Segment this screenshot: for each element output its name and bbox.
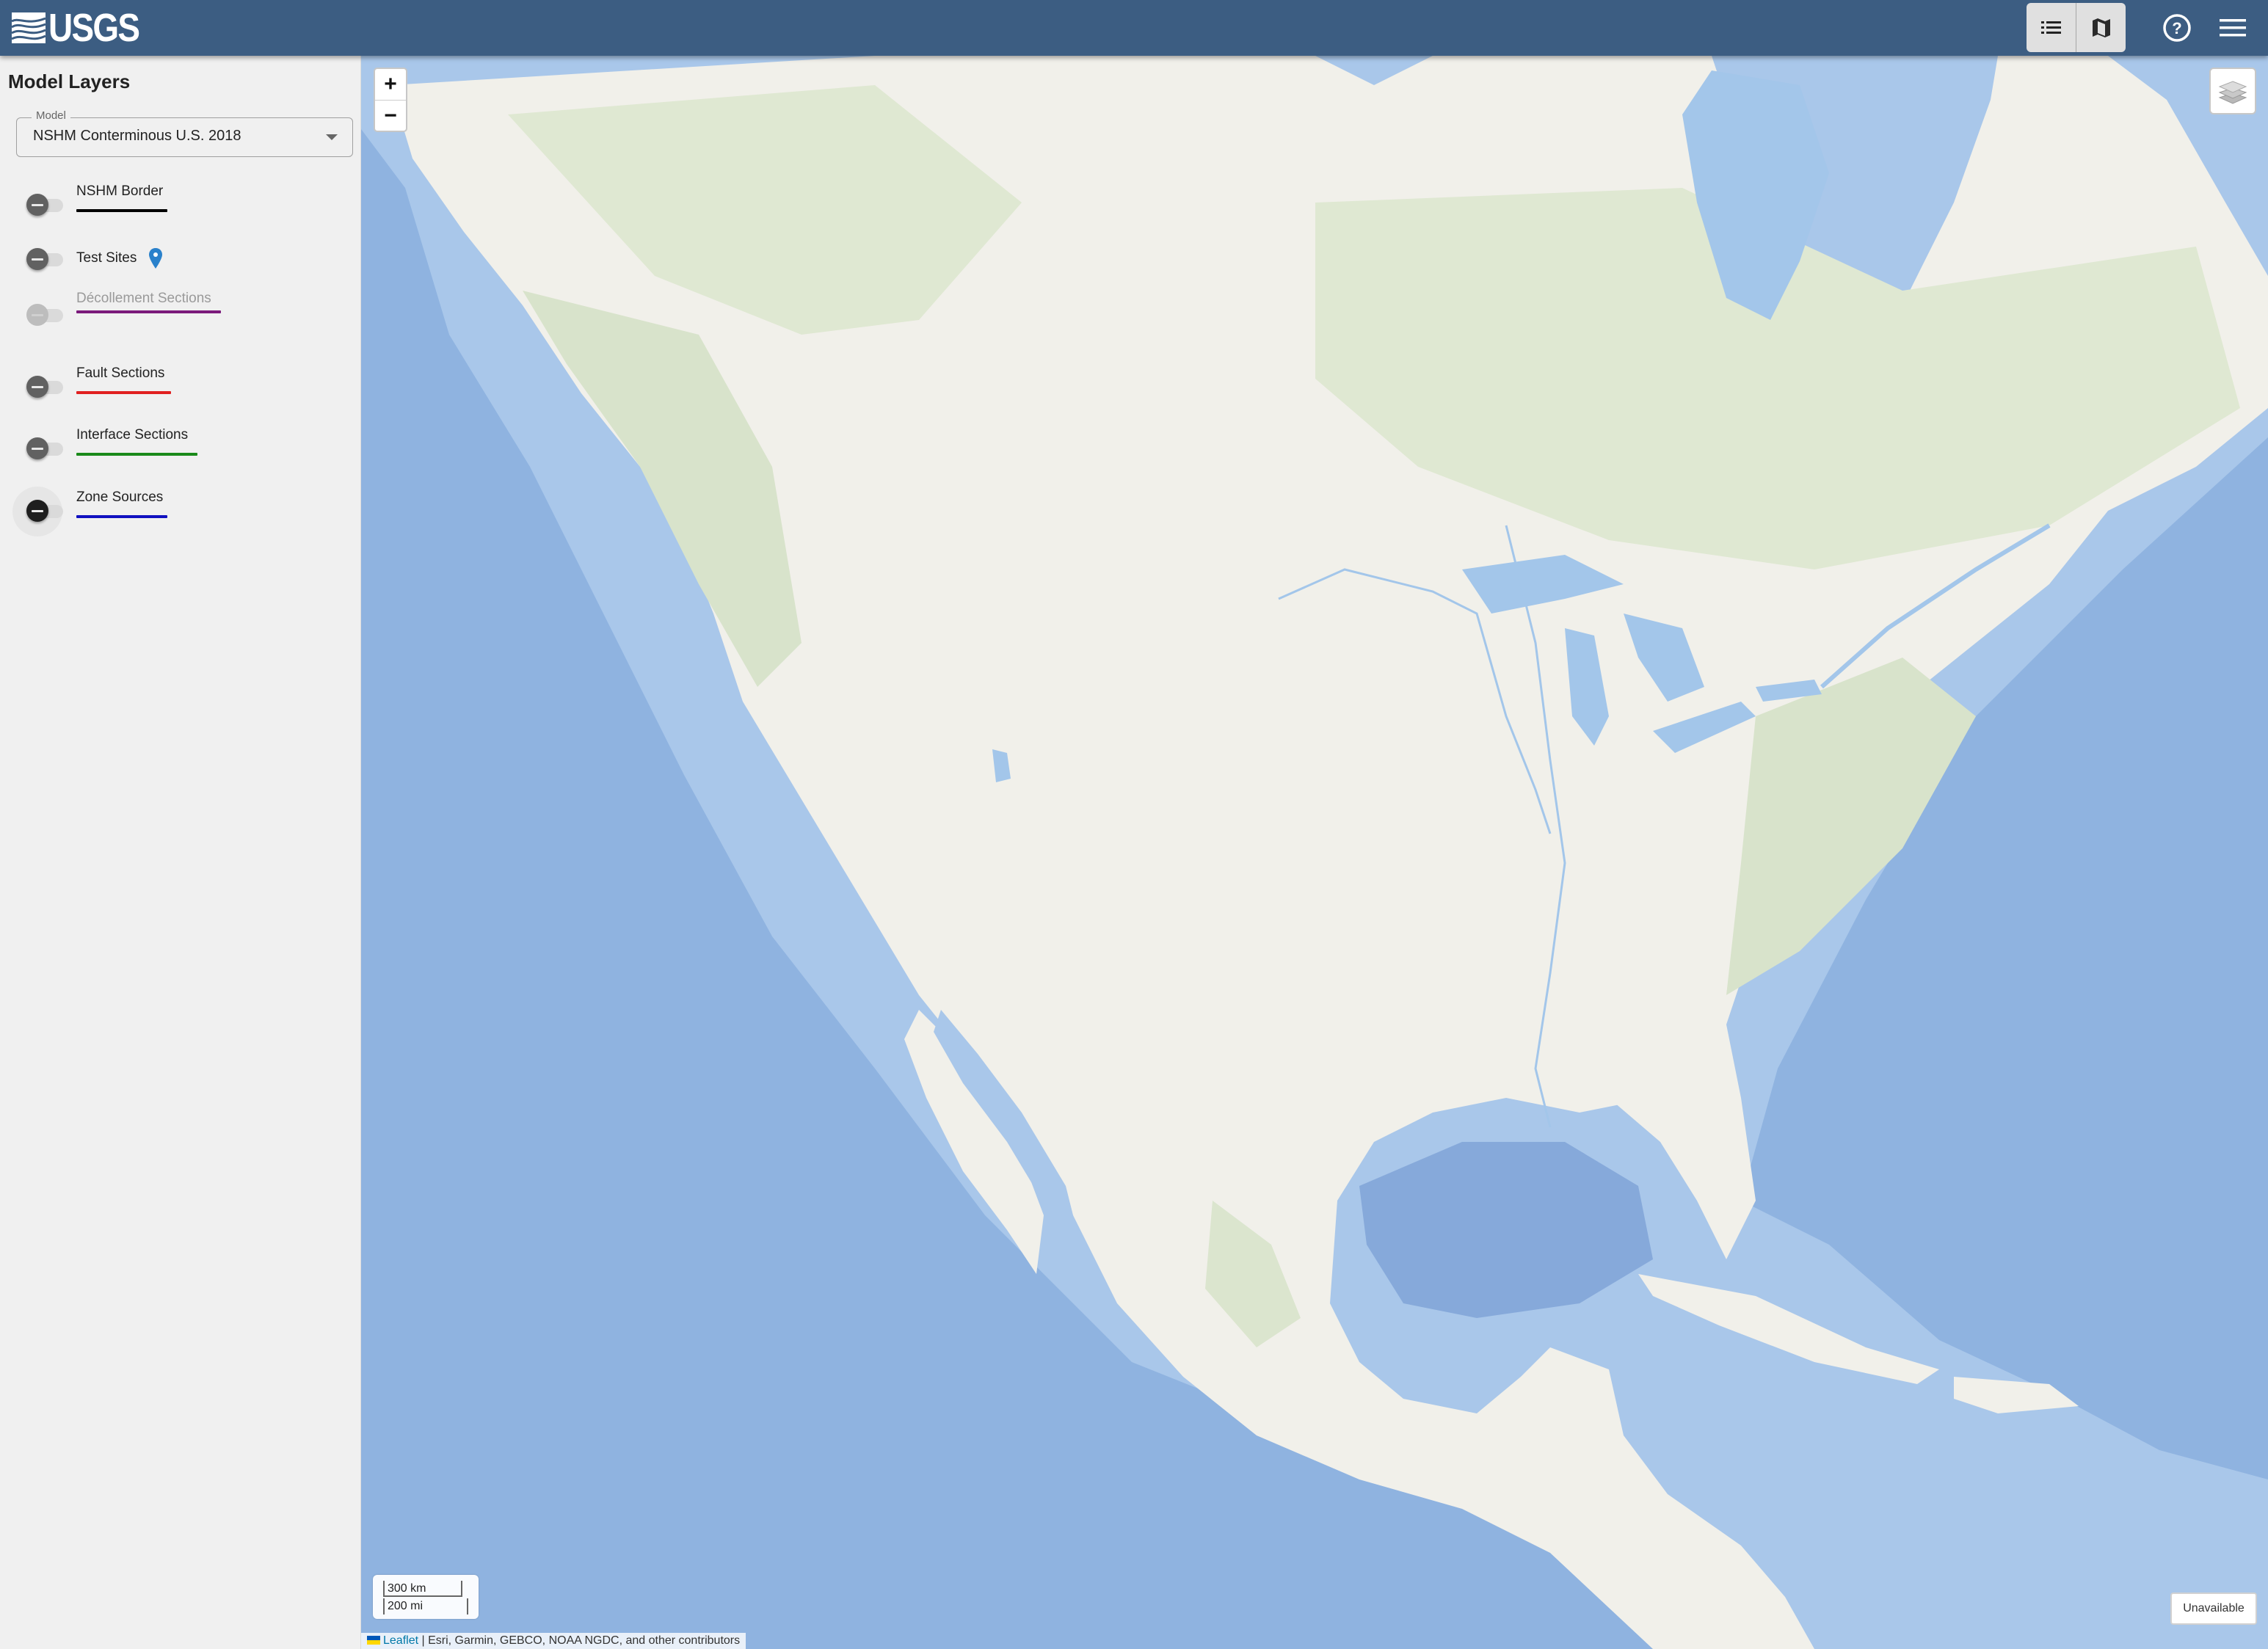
menu-button[interactable]: [2215, 10, 2250, 45]
layer-nshm-border: NSHM Border: [0, 178, 352, 229]
layer-label: NSHM Border: [76, 183, 164, 199]
legend-line-black: [76, 209, 167, 212]
help-circle-icon: ?: [2163, 14, 2191, 42]
switch-thumb: [26, 304, 48, 326]
leaflet-link[interactable]: Leaflet: [383, 1634, 418, 1647]
switch-thumb: [26, 500, 48, 522]
basemap[interactable]: [361, 56, 2268, 1649]
list-icon: [2040, 21, 2061, 34]
zoom-in-button[interactable]: +: [375, 69, 406, 100]
model-select[interactable]: Model NSHM Conterminous U.S. 2018: [16, 109, 353, 157]
layer-toggle-nshm-border[interactable]: [26, 189, 65, 222]
zoom-out-button[interactable]: −: [375, 100, 406, 131]
layers-icon: [2218, 81, 2247, 104]
map-view[interactable]: + − 300 km 200 mi Unavailable Leaflet | …: [361, 56, 2268, 1649]
usgs-wave-icon: [12, 12, 46, 43]
list-view-button[interactable]: [2027, 3, 2076, 52]
model-select-label: Model: [32, 109, 70, 122]
legend-line-green: [76, 453, 197, 456]
scale-bar: 300 km 200 mi: [373, 1575, 479, 1619]
logo-text: USGS: [48, 6, 140, 50]
chevron-down-icon: [326, 134, 338, 140]
map-attribution: Leaflet | Esri, Garmin, GEBCO, NOAA NGDC…: [361, 1633, 746, 1649]
ukraine-flag-icon: [367, 1636, 380, 1645]
switch-thumb: [26, 437, 48, 459]
legend-line-blue: [76, 515, 167, 518]
hamburger-menu-icon: [2220, 19, 2246, 37]
model-layers-sidebar: Model Layers Model NSHM Conterminous U.S…: [0, 56, 361, 1649]
legend-line-red: [76, 391, 171, 394]
layer-test-sites: Test Sites: [0, 232, 352, 283]
layer-zone-sources: Zone Sources: [0, 473, 352, 536]
layer-toggle-test-sites[interactable]: [26, 244, 65, 276]
status-badge: Unavailable: [2170, 1592, 2257, 1625]
layer-toggle-interface-sections[interactable]: [26, 433, 65, 465]
layer-toggle-zone-sources[interactable]: [12, 487, 65, 536]
scale-imperial: 200 mi: [383, 1598, 468, 1615]
usgs-logo[interactable]: USGS: [12, 6, 155, 50]
layer-interface-sections: Interface Sections: [0, 412, 352, 463]
model-select-value: NSHM Conterminous U.S. 2018: [33, 128, 241, 144]
legend-line-purple: [76, 310, 221, 313]
scale-metric: 300 km: [383, 1581, 462, 1597]
layer-toggle-decollement-sections[interactable]: [26, 299, 65, 332]
svg-text:?: ?: [2172, 19, 2181, 37]
map-marker-icon: [149, 248, 162, 269]
layer-label: Décollement Sections: [76, 291, 211, 306]
switch-thumb: [26, 194, 48, 216]
zoom-control: + −: [374, 68, 407, 132]
attribution-text: Esri, Garmin, GEBCO, NOAA NGDC, and othe…: [428, 1634, 741, 1647]
switch-thumb: [26, 376, 48, 398]
switch-thumb: [26, 248, 48, 270]
layer-label: Test Sites: [76, 250, 137, 266]
map-icon: [2092, 18, 2110, 37]
layer-toggle-fault-sections[interactable]: [26, 371, 65, 404]
view-toggle: [2027, 3, 2126, 52]
layer-label: Zone Sources: [76, 489, 164, 505]
help-button[interactable]: ?: [2159, 10, 2195, 45]
layer-label: Interface Sections: [76, 427, 189, 443]
sidebar-title: Model Layers: [8, 70, 131, 92]
attribution-separator: |: [418, 1634, 429, 1647]
map-view-button[interactable]: [2076, 3, 2126, 52]
layers-control-button[interactable]: [2209, 68, 2256, 114]
app-header: USGS ?: [0, 0, 2268, 56]
layer-fault-sections: Fault Sections: [0, 349, 352, 401]
layer-label: Fault Sections: [76, 365, 165, 381]
layer-decollement-sections: Décollement Sections: [0, 291, 352, 342]
